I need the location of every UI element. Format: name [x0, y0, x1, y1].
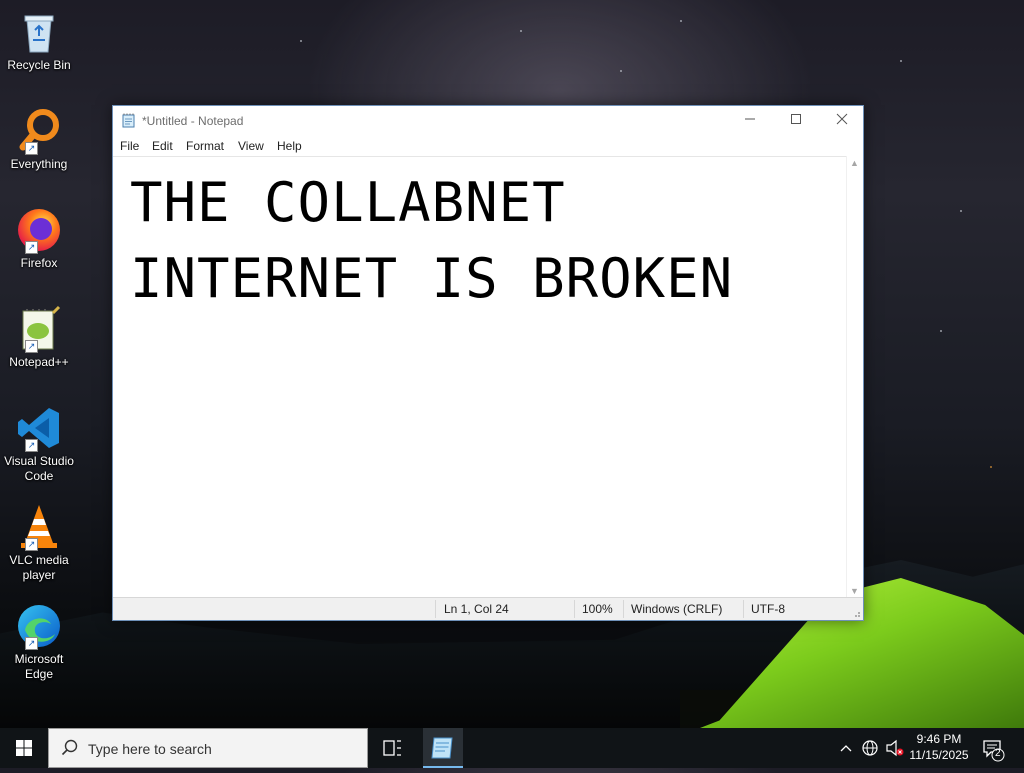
line-ending: Windows (CRLF) [631, 602, 723, 616]
desktop-icon-label: Recycle Bin [7, 58, 71, 72]
volume-muted-icon [886, 739, 904, 757]
network-button[interactable] [860, 728, 882, 768]
desktop-icon-label: Microsoft Edge [14, 652, 64, 681]
chevron-up-icon [840, 745, 852, 752]
shortcut-arrow-icon: ↗ [25, 142, 38, 155]
shortcut-arrow-icon: ↗ [25, 538, 38, 551]
desktop-icon-label: Everything [10, 157, 68, 171]
vscode-icon: ↗ [15, 404, 63, 452]
notepad-window: *Untitled - Notepad File Edit Format Vie… [112, 105, 864, 621]
notification-icon [983, 740, 1005, 762]
notepadpp-icon: ↗ [15, 305, 63, 353]
resize-grip-icon[interactable] [851, 608, 861, 618]
menu-bar: File Edit Format View Help [113, 136, 863, 156]
clock[interactable]: 9:46 PM 11/15/2025 [904, 731, 974, 763]
search-icon [61, 739, 78, 756]
search-placeholder: Type here to search [88, 741, 212, 757]
scroll-up-arrow-icon[interactable]: ▲ [850, 158, 859, 168]
show-hidden-icons-button[interactable] [836, 728, 856, 768]
desktop-icon-label: Notepad++ [9, 355, 69, 369]
vertical-scrollbar[interactable]: ▲ ▼ [846, 156, 863, 598]
menu-edit[interactable]: Edit [152, 139, 173, 153]
maximize-button[interactable] [773, 106, 819, 136]
taskbar-search-box[interactable]: Type here to search [48, 728, 368, 768]
minimize-icon [745, 118, 755, 120]
minimize-button[interactable] [727, 106, 773, 136]
menu-view[interactable]: View [238, 139, 264, 153]
title-bar[interactable]: *Untitled - Notepad [113, 106, 863, 136]
shortcut-arrow-icon: ↗ [25, 241, 38, 254]
desktop-icon-vscode[interactable]: ↗ Visual Studio Code [2, 404, 76, 484]
encoding: UTF-8 [751, 602, 785, 616]
close-button[interactable] [819, 106, 865, 136]
everything-search-icon: ↗ [15, 107, 63, 155]
edge-icon: ↗ [15, 602, 63, 650]
menu-format[interactable]: Format [186, 139, 224, 153]
document-text: THE COLLABNET INTERNET IS BROKEN [130, 171, 734, 310]
desktop-icon-vlc[interactable]: ↗ VLC media player [2, 503, 76, 583]
desktop-icon-label: Visual Studio Code [4, 454, 74, 483]
scroll-down-arrow-icon[interactable]: ▼ [850, 586, 859, 596]
desktop-icon-firefox[interactable]: ↗ Firefox [2, 206, 76, 271]
desktop-icon-recycle-bin[interactable]: Recycle Bin [2, 8, 76, 73]
task-view-icon [383, 740, 401, 756]
notepad-app-icon [122, 113, 135, 128]
firefox-icon: ↗ [15, 206, 63, 254]
clock-date: 11/15/2025 [909, 748, 969, 762]
cursor-position: Ln 1, Col 24 [444, 602, 509, 616]
desktop-icon-notepadpp[interactable]: ↗ Notepad++ [2, 305, 76, 370]
desktop-icon-label: VLC media player [9, 553, 69, 582]
status-bar: Ln 1, Col 24 100% Windows (CRLF) UTF-8 [113, 597, 863, 620]
start-button[interactable] [0, 728, 48, 768]
action-center-button[interactable]: 2 [978, 728, 1008, 768]
globe-network-icon [862, 740, 878, 756]
notification-count-badge: 2 [995, 748, 1001, 759]
windows-logo-icon [16, 740, 32, 756]
notepad-taskbar-icon [431, 737, 453, 759]
desktop-icon-edge[interactable]: ↗ Microsoft Edge [2, 602, 76, 682]
text-editor-area[interactable]: THE COLLABNET INTERNET IS BROKEN [113, 156, 847, 598]
menu-help[interactable]: Help [277, 139, 302, 153]
recycle-bin-icon [15, 8, 63, 56]
clock-time: 9:46 PM [916, 732, 962, 746]
shortcut-arrow-icon: ↗ [25, 340, 38, 353]
taskbar-notepad-button[interactable] [423, 728, 463, 768]
shortcut-arrow-icon: ↗ [25, 439, 38, 452]
maximize-icon [791, 114, 801, 124]
volume-button[interactable] [884, 728, 906, 768]
task-view-button[interactable] [368, 728, 416, 768]
desktop-icon-everything[interactable]: ↗ Everything [2, 107, 76, 172]
window-title: *Untitled - Notepad [142, 114, 244, 128]
taskbar: Type here to search 9:46 PM 11/15/2025 2 [0, 728, 1024, 768]
vlc-cone-icon: ↗ [15, 503, 63, 551]
close-icon [836, 113, 848, 125]
desktop-icon-label: Firefox [20, 256, 58, 270]
zoom-level: 100% [582, 602, 613, 616]
menu-file[interactable]: File [120, 139, 139, 153]
shortcut-arrow-icon: ↗ [25, 637, 38, 650]
